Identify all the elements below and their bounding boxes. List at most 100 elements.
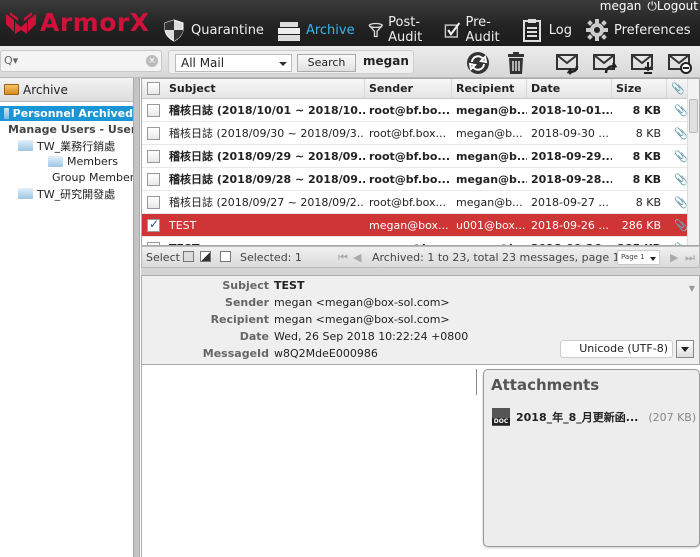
nav-log[interactable]: Log: [520, 18, 572, 42]
page-select[interactable]: Page 1: [617, 250, 660, 265]
archive-drawer-icon: [277, 22, 300, 41]
attachment-item[interactable]: DOC 2018_年_8_月更新函... (207 KB): [492, 408, 696, 426]
prev-page-icon[interactable]: ◀: [353, 251, 361, 264]
table-row[interactable]: 稽核日誌 (2018/09/27 ~ 2018/09/2... root@bf.b…: [142, 191, 699, 214]
field-label: MessageId: [202, 347, 269, 360]
collapse-header-icon[interactable]: ▼: [689, 284, 695, 293]
brand-logo[interactable]: ArmorX: [4, 8, 150, 37]
checkbox-icon: [444, 22, 460, 38]
nav-preferences[interactable]: Preferences: [585, 18, 690, 42]
column-attachment[interactable]: 📎: [667, 79, 689, 98]
tree-item-label: Personnel Archived: [12, 107, 133, 120]
cell-subject: TEST: [165, 237, 365, 245]
tree-item-personnel-archived[interactable]: Personnel Archived: [0, 106, 133, 121]
search-input[interactable]: Q▾ ×: [0, 50, 162, 72]
tree-item-label: Group Members: [52, 171, 133, 184]
tree-item-label: Manage Users - Users: [8, 123, 133, 136]
row-checkbox[interactable]: [147, 150, 160, 163]
field-value: TEST: [274, 279, 305, 292]
nav-post-audit[interactable]: Post-Audit: [368, 15, 431, 45]
tree-item-group-members[interactable]: Group Members: [0, 170, 133, 185]
search-button[interactable]: Search: [297, 54, 356, 72]
tree-item-members[interactable]: Members: [0, 154, 133, 169]
cell-size: 8 KB: [635, 196, 661, 209]
nav-label: Post-Audit: [388, 15, 423, 45]
column-subject[interactable]: Subject: [165, 79, 365, 98]
grid-rows: 稽核日誌 (2018/10/01 ~ 2018/10... root@bf.bo.…: [142, 99, 699, 245]
select-all-checkbox[interactable]: [147, 82, 160, 95]
clear-search-icon[interactable]: ×: [146, 55, 158, 67]
field-value: Wed, 26 Sep 2018 10:22:24 +0800: [274, 330, 469, 343]
sidebar-splitter[interactable]: [133, 78, 140, 557]
cell-date: 2018-09-26...: [527, 237, 612, 245]
first-page-icon[interactable]: ⏮: [338, 251, 348, 265]
page-select-value: Page 1: [621, 253, 645, 261]
row-checkbox[interactable]: [147, 173, 160, 186]
column-date[interactable]: Date: [527, 79, 612, 98]
tree-item-tw-rd[interactable]: TW_研究開發處: [0, 186, 133, 201]
tree-item-manage-users[interactable]: Manage Users - Users: [0, 122, 133, 137]
funnel-icon: [368, 22, 383, 38]
cell-sender: root@bf.box...: [369, 196, 446, 209]
paperclip-icon: 📎: [674, 127, 688, 140]
logout-link[interactable]: ⏻Logout: [647, 0, 698, 14]
refresh-icon[interactable]: [465, 51, 491, 75]
cell-subject: TEST: [169, 219, 197, 232]
nav-label: Quarantine: [191, 22, 264, 38]
search-icon[interactable]: Q▾: [4, 54, 18, 67]
invert-selection-icon[interactable]: [200, 251, 211, 262]
table-row[interactable]: 稽核日誌 (2018/09/29 ~ 2018/09... root@bf.bo.…: [142, 145, 699, 168]
nav-label: Pre-Audit: [465, 15, 500, 45]
nav-label: Preferences: [614, 22, 691, 38]
column-recipient[interactable]: Recipient: [452, 79, 527, 98]
header-field-subject: Subject TEST: [142, 279, 692, 295]
mailbox-filter-value: All Mail: [181, 56, 225, 70]
table-row[interactable]: TESTmegan@bo...megan@b...2018-09-26...28…: [142, 237, 699, 245]
encoding-dropdown-button[interactable]: [676, 340, 694, 358]
cell-recipient: megan@b...: [456, 173, 527, 186]
cell-recipient: megan@b...: [456, 150, 527, 163]
trash-icon[interactable]: [503, 51, 529, 75]
table-row[interactable]: TEST megan@box... u001@box... 2018-09-26 ..…: [142, 214, 699, 237]
paperclip-icon: 📎: [674, 173, 688, 186]
table-row[interactable]: 稽核日誌 (2018/09/30 ~ 2018/09/3... root@bf.b…: [142, 122, 699, 145]
armorx-logo-icon: [6, 11, 36, 34]
download-mail-icon[interactable]: [630, 51, 656, 75]
table-row[interactable]: 稽核日誌 (2018/09/28 ~ 2018/09... root@bf.bo.…: [142, 168, 699, 191]
tree-item-tw-sales[interactable]: TW_業務行銷處: [0, 138, 133, 153]
next-page-icon[interactable]: ▶: [670, 251, 678, 264]
grid-scrollbar[interactable]: [687, 79, 699, 245]
nav-pre-audit[interactable]: Pre-Audit: [444, 15, 507, 45]
sidebar: Archive Personnel Archived Manage Users …: [0, 78, 133, 557]
forward-mail-icon[interactable]: [592, 51, 618, 75]
attachment-name[interactable]: 2018_年_8_月更新函...: [516, 409, 638, 425]
sidebar-header[interactable]: Archive: [0, 78, 133, 102]
row-checkbox[interactable]: [147, 217, 160, 232]
cell-sender: megan@box...: [369, 219, 449, 232]
scrollbar-thumb[interactable]: [689, 99, 698, 133]
cell-recipient: megan@b...: [452, 237, 527, 245]
select-all-icon[interactable]: [183, 251, 194, 262]
shield-icon: [164, 19, 184, 42]
message-header: Subject TEST Sender megan <megan@box-sol.co…: [141, 275, 700, 365]
column-size[interactable]: Size: [612, 79, 667, 98]
encoding-select[interactable]: Unicode (UTF-8): [560, 340, 673, 358]
group-folder-icon: [18, 188, 33, 199]
row-checkbox[interactable]: [147, 104, 160, 117]
reject-mail-icon[interactable]: [667, 51, 693, 75]
mailbox-filter-select[interactable]: All Mail: [175, 54, 292, 72]
nav-archive[interactable]: Archive: [277, 18, 355, 42]
cell-date: 2018-09-28...: [531, 173, 612, 186]
nav-quarantine[interactable]: Quarantine: [162, 18, 264, 42]
row-checkbox[interactable]: [147, 196, 160, 209]
chevron-down-icon: [681, 347, 689, 352]
table-row[interactable]: 稽核日誌 (2018/10/01 ~ 2018/10... root@bf.bo.…: [142, 99, 699, 122]
cell-sender: root@bf.bo...: [369, 104, 451, 117]
last-page-icon[interactable]: ⏭: [685, 251, 695, 265]
column-sender[interactable]: Sender: [365, 79, 452, 98]
select-none-icon[interactable]: [220, 251, 231, 262]
logout-label: Logout: [656, 0, 698, 13]
preview-splitter[interactable]: [141, 268, 700, 275]
row-checkbox[interactable]: [147, 127, 160, 140]
reply-mail-icon[interactable]: [555, 51, 581, 75]
